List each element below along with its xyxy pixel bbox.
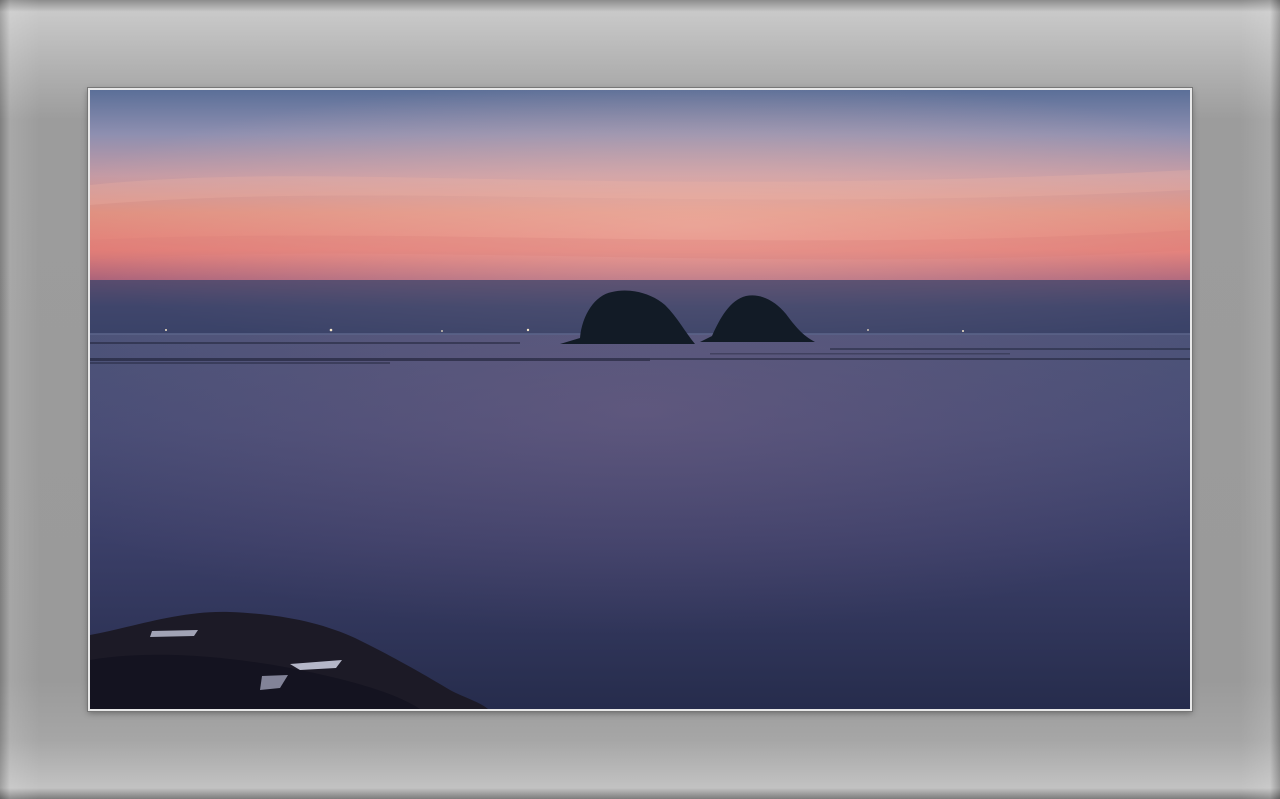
seascape-photo bbox=[90, 90, 1190, 709]
photo bbox=[88, 88, 1192, 711]
